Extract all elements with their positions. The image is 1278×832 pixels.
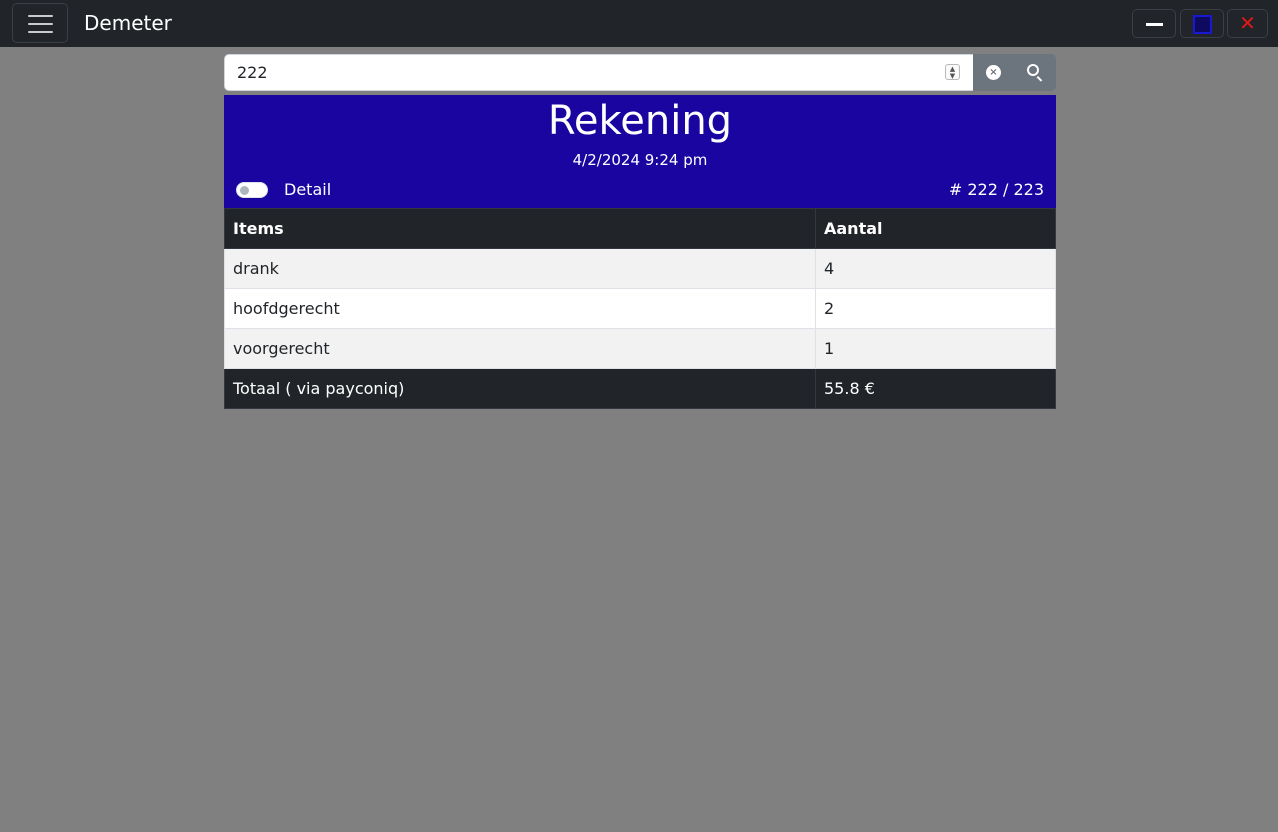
number-spinner-icon[interactable]: ▲ ▼ — [945, 64, 960, 80]
close-button[interactable]: ✕ — [1227, 9, 1268, 38]
clear-icon: × — [986, 65, 1001, 80]
search-bar: ▲▼ × — [224, 54, 1056, 91]
bill-title: Rekening — [547, 98, 733, 144]
close-icon: ✕ — [1239, 11, 1256, 35]
bill-counter: # 222 / 223 — [948, 180, 1044, 199]
toggle-knob — [240, 186, 249, 195]
qty-cell: 2 — [815, 288, 1056, 329]
hamburger-icon-line — [28, 31, 53, 33]
item-cell: voorgerecht — [224, 328, 816, 369]
table-row: hoofdgerecht 2 — [224, 288, 1056, 329]
bill-header: Rekening 4/2/2024 9:24 pm Detail # 222 /… — [224, 95, 1056, 208]
detail-toggle[interactable] — [236, 182, 268, 198]
search-button[interactable] — [1015, 54, 1056, 91]
table-row: voorgerecht 1 — [224, 328, 1056, 369]
item-cell: hoofdgerecht — [224, 288, 816, 329]
maximize-icon — [1193, 15, 1212, 34]
app-title: Demeter — [84, 11, 172, 35]
qty-cell: 4 — [815, 248, 1056, 289]
total-value: 55.8 € — [815, 368, 1056, 409]
hamburger-icon — [28, 15, 53, 17]
clear-search-button[interactable]: × — [973, 54, 1015, 91]
search-icon — [1027, 64, 1039, 76]
column-header-items: Items — [224, 208, 816, 249]
maximize-button[interactable] — [1180, 9, 1224, 38]
qty-cell: 1 — [815, 328, 1056, 369]
search-icon-handle — [1036, 76, 1043, 82]
detail-label: Detail — [284, 180, 332, 199]
hamburger-icon-line — [28, 23, 53, 25]
title-bar: Demeter ✕ — [0, 0, 1278, 47]
table-header-row: Items Aantal — [224, 208, 1056, 249]
column-header-aantal: Aantal — [815, 208, 1056, 249]
total-row: Totaal ( via payconiq) 55.8 € — [224, 368, 1056, 409]
search-input[interactable] — [224, 54, 974, 91]
table-row: drank 4 — [224, 248, 1056, 289]
minimize-icon — [1146, 23, 1163, 26]
item-cell: drank — [224, 248, 816, 289]
minimize-button[interactable] — [1132, 9, 1176, 38]
total-label: Totaal ( via payconiq) — [224, 368, 816, 409]
hamburger-menu-button[interactable] — [12, 3, 68, 43]
bill-datetime: 4/2/2024 9:24 pm — [572, 151, 708, 169]
bill-table: Items Aantal drank 4 hoofdgerecht 2 voor… — [224, 208, 1056, 409]
